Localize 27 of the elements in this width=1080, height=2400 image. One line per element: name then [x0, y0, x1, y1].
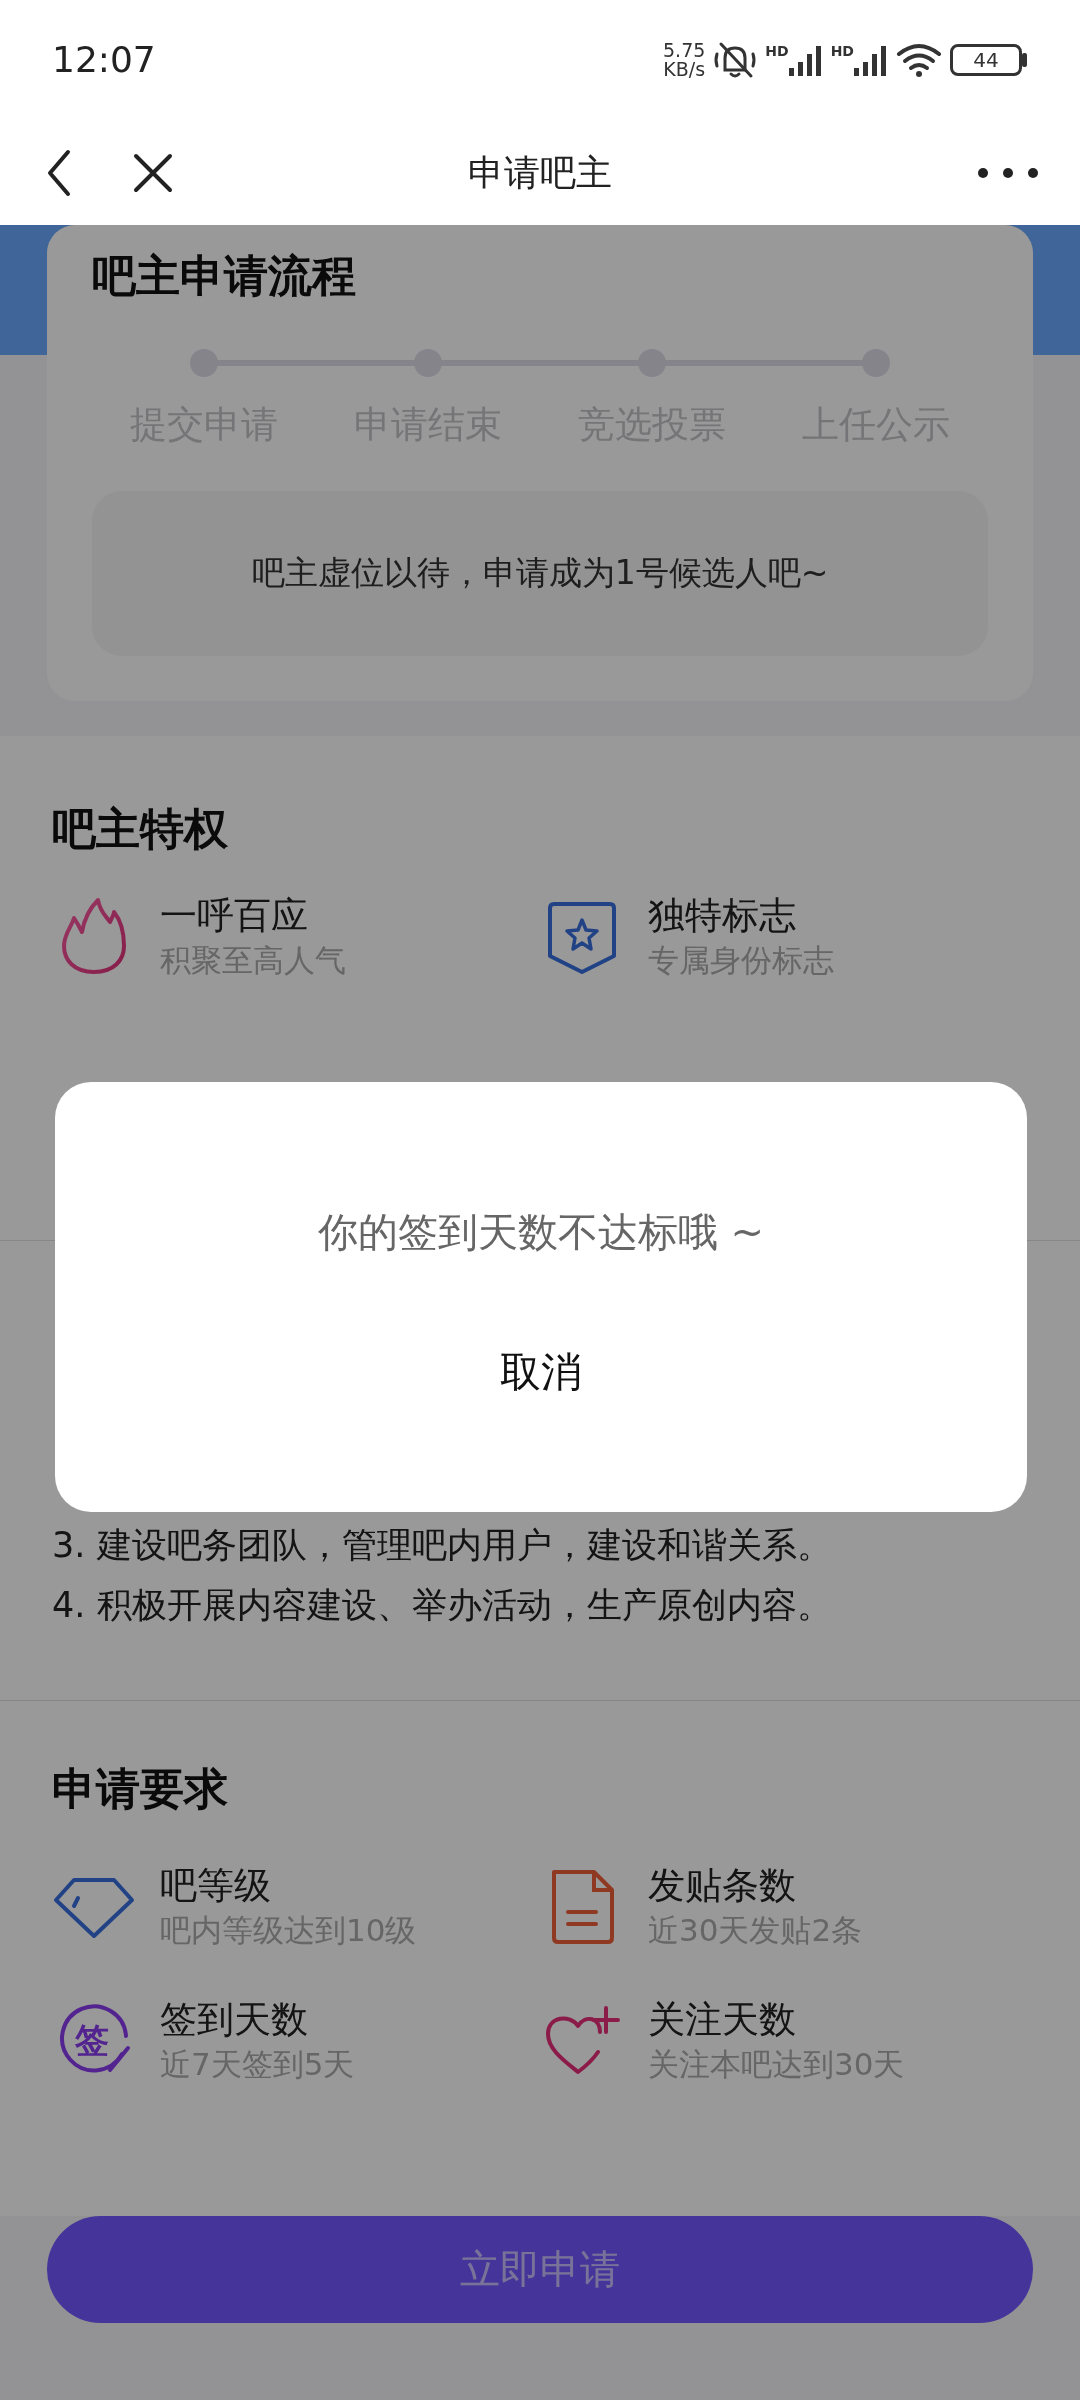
- network-type-label: HD: [830, 44, 854, 58]
- notice-text: 吧主虚位以待，申请成为1号候选人吧~: [251, 552, 829, 595]
- battery-level: 44: [950, 44, 1022, 76]
- item-title: 独特标志: [648, 892, 797, 939]
- item-title: 发贴条数: [648, 1862, 797, 1909]
- dialog-message: 你的签到天数不达标哦 ~: [317, 1208, 765, 1257]
- item-title: 签到天数: [160, 1996, 309, 2043]
- status-time: 12:07: [52, 38, 156, 82]
- network-speed: 5.75: [663, 41, 706, 60]
- muted-bell-icon: [713, 40, 758, 80]
- network-speed-unit: KB/s: [663, 60, 706, 79]
- item-title: 吧等级: [160, 1862, 272, 1909]
- network-type-label: HD: [765, 44, 789, 58]
- signal-icon: [854, 44, 888, 76]
- section-title: 申请要求: [52, 1761, 229, 1816]
- item-title: 关注天数: [648, 1996, 797, 2043]
- signal-icon: [788, 44, 823, 76]
- battery-tip-icon: [1022, 53, 1028, 67]
- section-title: 吧主申请流程: [92, 249, 357, 303]
- more-icon: [976, 166, 1040, 180]
- cancel-button[interactable]: 取消: [460, 1332, 622, 1414]
- wifi-icon: [896, 42, 942, 78]
- item-title: 一呼百应: [160, 892, 309, 939]
- section-title: 吧主特权: [52, 801, 229, 856]
- page-title: 申请吧主: [468, 151, 612, 193]
- duty-text: 4. 积极开展内容建设、举办活动，生产原创内容。: [52, 1583, 833, 1627]
- duty-text: 3. 建设吧务团队，管理吧内用户，建设和谐关系。: [52, 1523, 833, 1567]
